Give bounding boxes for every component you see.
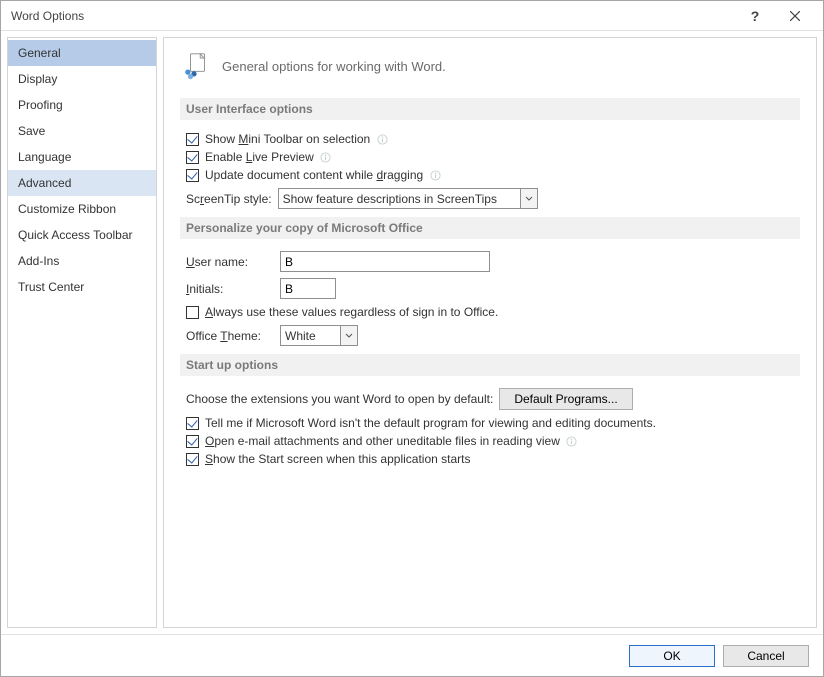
screentip-label: ScreenTip style:	[186, 192, 272, 206]
help-button[interactable]: ?	[735, 2, 775, 30]
sidebar: General Display Proofing Save Language A…	[7, 37, 157, 628]
section-personalize-title: Personalize your copy of Microsoft Offic…	[180, 217, 800, 239]
screentip-style-row: ScreenTip style: Show feature descriptio…	[180, 188, 800, 209]
office-theme-label: Office Theme:	[186, 329, 274, 343]
info-icon[interactable]	[429, 169, 441, 181]
checkbox-tell-me-default[interactable]: Tell me if Microsoft Word isn't the defa…	[180, 416, 800, 430]
username-input[interactable]	[280, 251, 490, 272]
username-row: User name:	[180, 251, 800, 272]
info-icon[interactable]	[566, 435, 578, 447]
checkbox-show-mini-toolbar[interactable]: Show Mini Toolbar on selection	[180, 132, 800, 146]
default-programs-button[interactable]: Default Programs...	[499, 388, 632, 410]
checkbox-icon	[186, 169, 199, 182]
sidebar-item-language[interactable]: Language	[8, 144, 156, 170]
checkbox-update-dragging[interactable]: Update document content while dragging	[180, 168, 800, 182]
sidebar-item-display[interactable]: Display	[8, 66, 156, 92]
close-button[interactable]	[775, 2, 815, 30]
checkbox-label: Open e-mail attachments and other unedit…	[205, 434, 560, 448]
page-header: General options for working with Word.	[180, 52, 800, 80]
checkbox-label: Always use these values regardless of si…	[205, 305, 498, 319]
checkbox-icon	[186, 151, 199, 164]
office-theme-select[interactable]: White	[280, 325, 358, 346]
checkbox-icon	[186, 306, 199, 319]
chevron-down-icon	[340, 326, 357, 345]
section-ui-title: User Interface options	[180, 98, 800, 120]
checkbox-live-preview[interactable]: Enable Live Preview	[180, 150, 800, 164]
chevron-down-icon	[520, 189, 537, 208]
select-value: Show feature descriptions in ScreenTips	[279, 192, 517, 206]
general-options-icon	[180, 52, 208, 80]
footer: OK Cancel	[1, 634, 823, 676]
info-icon[interactable]	[376, 133, 388, 145]
titlebar: Word Options ?	[1, 1, 823, 31]
default-programs-row: Choose the extensions you want Word to o…	[180, 388, 800, 410]
checkbox-icon	[186, 417, 199, 430]
checkbox-label: Show Mini Toolbar on selection	[205, 132, 370, 146]
sidebar-item-advanced[interactable]: Advanced	[8, 170, 156, 196]
checkbox-label: Enable Live Preview	[205, 150, 314, 164]
office-theme-row: Office Theme: White	[180, 325, 800, 346]
close-icon	[790, 11, 800, 21]
cancel-button[interactable]: Cancel	[723, 645, 809, 667]
sidebar-item-add-ins[interactable]: Add-Ins	[8, 248, 156, 274]
checkbox-always-use-values[interactable]: Always use these values regardless of si…	[180, 305, 800, 319]
body: General Display Proofing Save Language A…	[1, 31, 823, 634]
checkbox-icon	[186, 453, 199, 466]
sidebar-item-quick-access-toolbar[interactable]: Quick Access Toolbar	[8, 222, 156, 248]
sidebar-item-save[interactable]: Save	[8, 118, 156, 144]
username-label: User name:	[186, 255, 274, 269]
checkbox-label: Update document content while dragging	[205, 168, 423, 182]
initials-row: Initials:	[180, 278, 800, 299]
info-icon[interactable]	[320, 151, 332, 163]
select-value: White	[281, 329, 336, 343]
checkbox-open-reading-view[interactable]: Open e-mail attachments and other unedit…	[180, 434, 800, 448]
content-pane: General options for working with Word. U…	[163, 37, 817, 628]
checkbox-show-start-screen[interactable]: Show the Start screen when this applicat…	[180, 452, 800, 466]
sidebar-item-trust-center[interactable]: Trust Center	[8, 274, 156, 300]
screentip-select[interactable]: Show feature descriptions in ScreenTips	[278, 188, 538, 209]
checkbox-icon	[186, 435, 199, 448]
page-header-text: General options for working with Word.	[222, 59, 446, 74]
sidebar-item-proofing[interactable]: Proofing	[8, 92, 156, 118]
initials-input[interactable]	[280, 278, 336, 299]
initials-label: Initials:	[186, 282, 274, 296]
choose-extensions-label: Choose the extensions you want Word to o…	[186, 392, 493, 406]
word-options-window: Word Options ? General Display Proofing …	[0, 0, 824, 677]
section-startup-title: Start up options	[180, 354, 800, 376]
ok-button[interactable]: OK	[629, 645, 715, 667]
window-title: Word Options	[11, 9, 735, 23]
checkbox-icon	[186, 133, 199, 146]
checkbox-label: Show the Start screen when this applicat…	[205, 452, 470, 466]
checkbox-label: Tell me if Microsoft Word isn't the defa…	[205, 416, 656, 430]
sidebar-item-general[interactable]: General	[8, 40, 156, 66]
sidebar-item-customize-ribbon[interactable]: Customize Ribbon	[8, 196, 156, 222]
